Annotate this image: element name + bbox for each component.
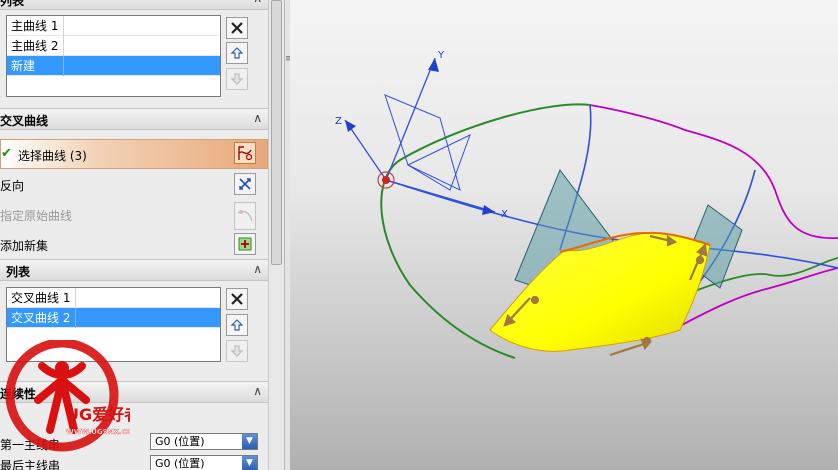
last-spine-select[interactable]: G0 (位置) ▼ [150, 455, 258, 470]
datum-csys: Y X Z [335, 50, 508, 220]
reverse-direction-button[interactable] [234, 173, 256, 195]
list-item-label: 新建 [11, 59, 36, 73]
reverse-direction-icon [239, 178, 251, 190]
list-item-label: 主曲线 1 [11, 19, 59, 33]
collapse-icon[interactable]: ∧ [253, 111, 262, 125]
ug-watermark-logo: UG爱好者 WWW.UGSNX.COM [0, 338, 140, 470]
cross-curves-header[interactable]: 交叉曲线 ∧ [0, 108, 268, 130]
list-item[interactable]: 主曲线 2 [7, 36, 220, 56]
move-down-button[interactable] [226, 340, 248, 362]
x-axis-label: X [501, 209, 508, 220]
collapse-icon[interactable]: ∧ [253, 384, 262, 398]
move-up-button[interactable] [226, 314, 248, 336]
close-icon [231, 22, 243, 34]
origin-curve-icon [237, 210, 253, 222]
move-up-button[interactable] [226, 42, 248, 64]
add-new-set-label: 添加新集 [0, 239, 49, 253]
spine-list-title: 列表 [0, 0, 25, 8]
scrollbar-thumb[interactable] [271, 0, 282, 265]
list-item[interactable]: 主曲线 1 [7, 16, 220, 36]
chevron-down-icon[interactable]: ▼ [242, 434, 257, 449]
cross-list-header[interactable]: 列表 ∧ [0, 259, 268, 281]
arrow-down-icon [230, 73, 244, 85]
first-spine-select[interactable]: G0 (位置) ▼ [150, 433, 258, 450]
select-curve-label: 选择曲线 (3) [18, 149, 87, 163]
specify-origin-curve-button[interactable] [234, 202, 256, 230]
arrow-up-icon [230, 319, 244, 331]
list-item-label: 交叉曲线 1 [11, 291, 71, 305]
select-curve-count: (3) [69, 149, 87, 163]
yellow-surface [489, 232, 711, 352]
close-icon [231, 293, 243, 305]
arrow-down-icon [230, 345, 244, 357]
add-new-set-button[interactable] [234, 233, 256, 255]
list-item[interactable]: 新建 [7, 56, 220, 76]
last-spine-value: G0 (位置) [155, 457, 205, 470]
list-item-label: 交叉曲线 2 [11, 311, 71, 325]
collapse-icon[interactable]: ∧ [253, 262, 262, 276]
add-set-icon [238, 237, 252, 251]
first-spine-value: G0 (位置) [155, 435, 205, 448]
remove-button[interactable] [226, 288, 248, 310]
reverse-label: 反向 [0, 179, 25, 193]
spine-list-header[interactable]: 列表 ∧ [0, 0, 268, 10]
graphics-viewport[interactable]: Y X Z [290, 0, 838, 470]
cross-curves-title: 交叉曲线 [0, 114, 49, 128]
move-down-button[interactable] [226, 68, 248, 90]
checkmark-icon: ✔ [1, 146, 12, 161]
curve-select-icon [238, 146, 253, 161]
remove-button[interactable] [226, 17, 248, 39]
y-axis-label: Y [437, 50, 445, 61]
spine-listbox[interactable]: 主曲线 1 主曲线 2 新建 [6, 15, 221, 97]
arrow-up-icon [230, 47, 244, 59]
watermark-url: WWW.UGSNX.COM [66, 428, 130, 436]
model-drawing: Y X Z [335, 50, 838, 359]
panel-scrollbar[interactable] [268, 0, 284, 470]
z-axis-label: Z [335, 116, 342, 127]
dialog-panel: 列表 ∧ 主曲线 1 主曲线 2 新建 交叉曲线 ∧ ✔ 选择曲线 (3) [0, 0, 268, 470]
select-curve-row[interactable]: ✔ 选择曲线 (3) [0, 139, 268, 169]
list-item[interactable]: 交叉曲线 1 [7, 288, 220, 308]
list-item[interactable]: 交叉曲线 2 [7, 308, 220, 328]
cross-list-title: 列表 [6, 265, 31, 279]
collapse-icon[interactable]: ∧ [253, 0, 262, 5]
specify-origin-curve-label: 指定原始曲线 [0, 209, 73, 223]
list-item-label: 主曲线 2 [11, 39, 59, 53]
watermark-brand: UG爱好者 [66, 405, 130, 424]
curve-select-button[interactable] [234, 142, 256, 164]
chevron-down-icon[interactable]: ▼ [242, 456, 257, 470]
